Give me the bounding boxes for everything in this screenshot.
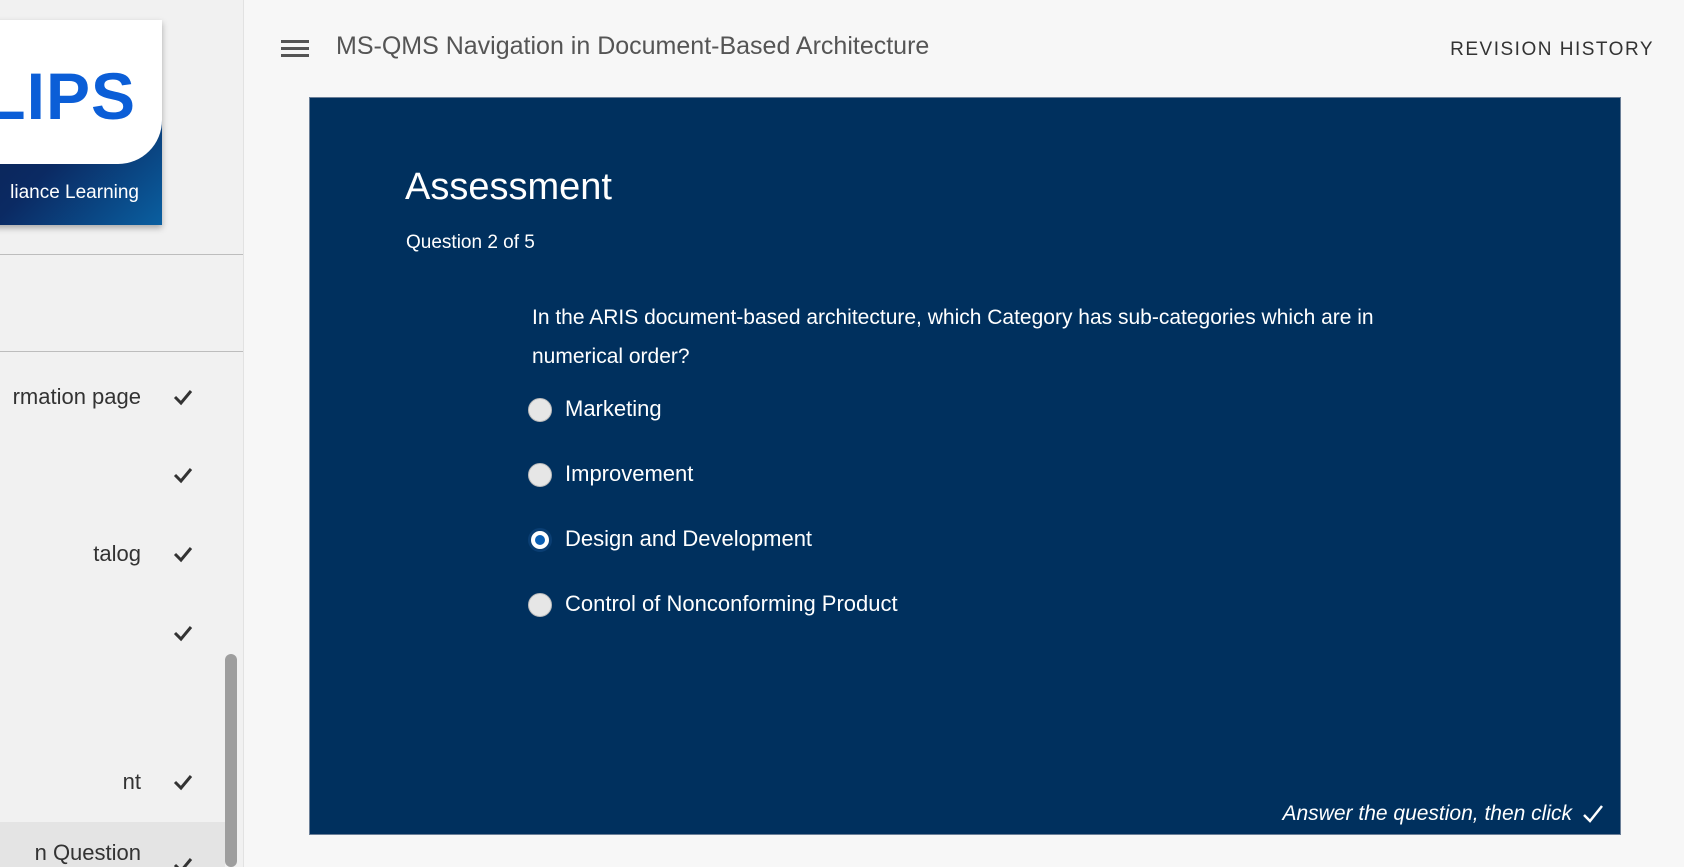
sidebar-item-label: n Question	[34, 840, 141, 865]
answer-option-label: Improvement	[565, 461, 694, 486]
course-title: MS-QMS Navigation in Document-Based Arch…	[336, 32, 930, 60]
sidebar-item[interactable]	[0, 452, 225, 502]
hamburger-menu-icon[interactable]	[281, 40, 309, 60]
submit-hint-text: Answer the question, then click	[1282, 802, 1573, 825]
answer-option-label: Control of Nonconforming Product	[565, 591, 898, 616]
checkmark-icon	[173, 547, 193, 563]
checkmark-icon	[173, 775, 193, 791]
sidebar-item-label: nt	[122, 769, 141, 794]
submit-hint: Answer the question, then click	[1283, 802, 1605, 826]
answer-option-label: Marketing	[565, 396, 662, 421]
sidebar-item-label: rmation page	[12, 384, 141, 409]
answer-option-label: Design and Development	[565, 526, 813, 551]
sidebar-item[interactable]: talog	[0, 531, 225, 581]
sidebar-item[interactable]: nt	[0, 759, 225, 809]
submit-checkmark-icon[interactable]	[1582, 803, 1604, 825]
checkmark-icon	[173, 626, 193, 642]
sidebar: LIPS liance Learning rmation page talog …	[0, 0, 244, 867]
sidebar-item[interactable]: rmation page	[0, 374, 225, 424]
logo-subtitle: liance Learning	[10, 182, 139, 203]
radio-button[interactable]	[528, 593, 552, 617]
checkmark-icon	[173, 390, 193, 406]
sidebar-scrollbar[interactable]	[225, 654, 237, 867]
sidebar-item-label: talog	[93, 541, 141, 566]
radio-button[interactable]	[528, 398, 552, 422]
radio-button-selected[interactable]	[528, 528, 552, 552]
logo-wordmark: LIPS	[0, 59, 136, 133]
assessment-title: Assessment	[405, 166, 612, 208]
radio-button[interactable]	[528, 463, 552, 487]
philips-logo: LIPS liance Learning	[0, 20, 162, 225]
checkmark-icon	[173, 468, 193, 484]
sidebar-item[interactable]	[0, 610, 225, 660]
question-text: In the ARIS document-based architecture,…	[532, 306, 1374, 368]
sidebar-item-current[interactable]: n Question	[0, 822, 225, 867]
question-progress: Question 2 of 5	[406, 232, 535, 253]
sidebar-divider	[0, 351, 243, 352]
assessment-panel: Assessment Question 2 of 5 In the ARIS d…	[309, 97, 1621, 835]
sidebar-divider	[0, 254, 243, 255]
checkmark-icon	[173, 858, 193, 867]
revision-history-link[interactable]: REVISION HISTORY	[1450, 39, 1654, 61]
